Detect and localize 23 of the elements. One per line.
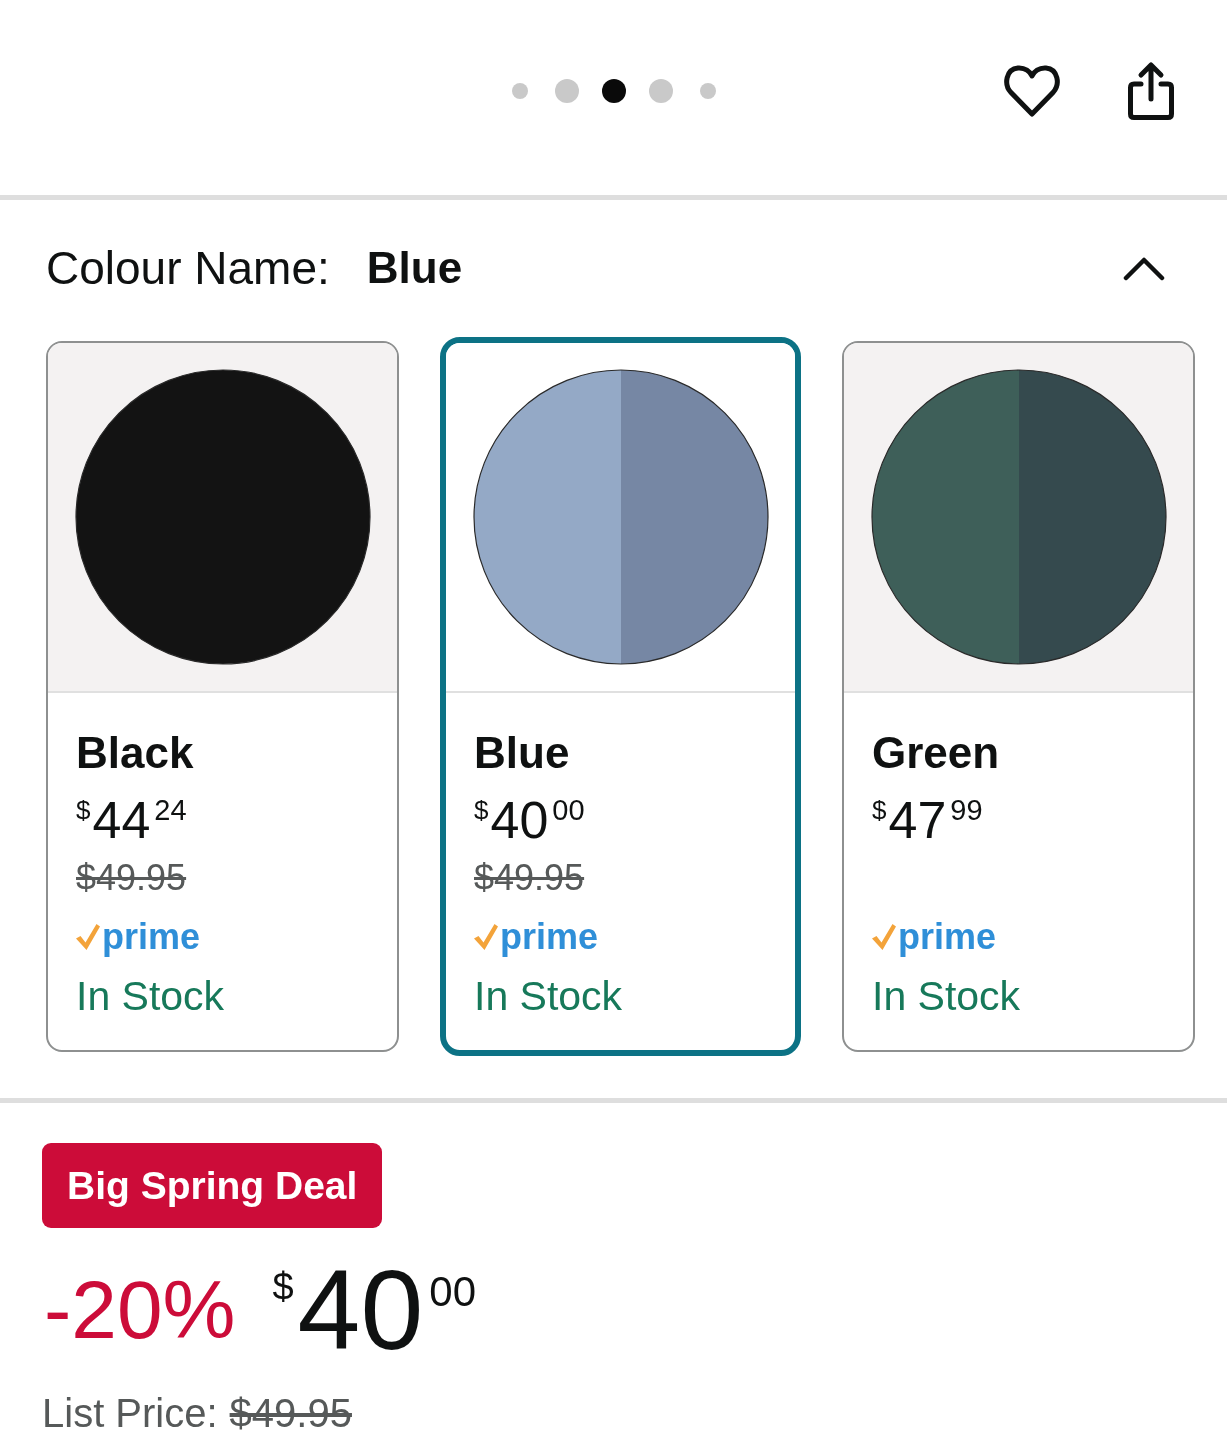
heart-icon[interactable] [1003,65,1061,117]
prime-label: prime [898,915,997,959]
deal-badge: Big Spring Deal [42,1143,383,1228]
was-price: $49.95 [474,857,585,898]
share-icon[interactable] [1128,62,1174,120]
check-icon [872,924,896,950]
stock-status: In Stock [872,973,1021,1019]
colour-name-label: Colour Name: [46,241,330,296]
prime-label: prime [102,915,201,959]
check-icon [474,924,498,950]
colour-name: Black [76,728,194,777]
list-price: $49.95 [229,1391,352,1435]
selected-colour-name: Blue [366,242,463,294]
was-price: $49.95 [76,857,187,898]
prime-label: prime [500,915,599,959]
check-icon [76,924,100,950]
chevron-up-icon[interactable] [1123,255,1165,281]
colour-name: Green [872,728,1000,777]
stock-status: In Stock [76,973,225,1019]
colour-name: Blue [474,728,570,777]
stock-status: In Stock [474,973,623,1019]
list-price-label: List Price: [42,1391,218,1435]
discount-percent: -20% [44,1269,236,1351]
